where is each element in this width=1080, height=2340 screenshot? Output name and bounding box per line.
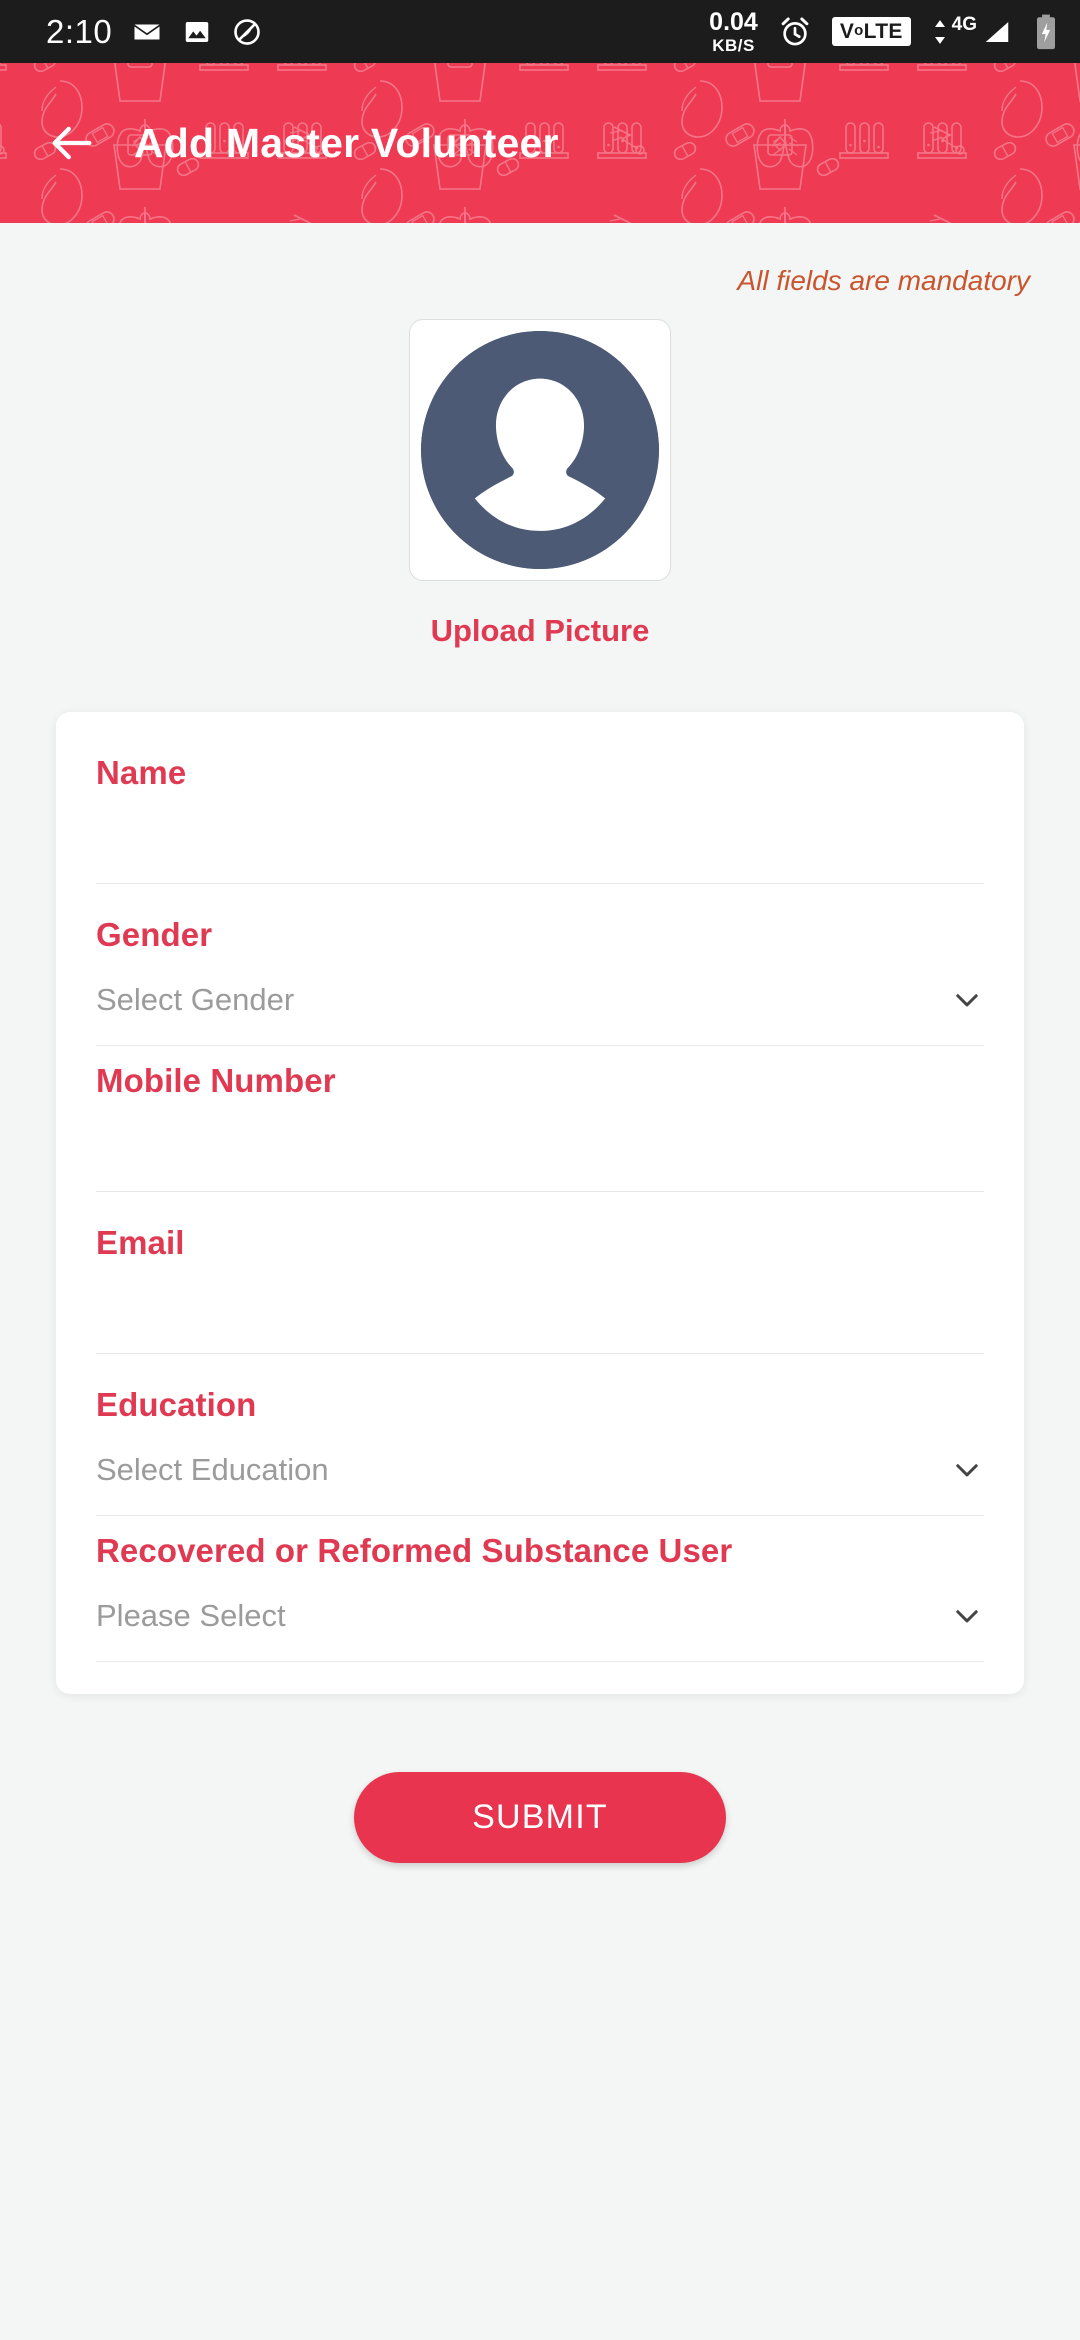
volte-icon: VoLTE bbox=[831, 16, 911, 47]
status-bar-clock: 2:10 bbox=[46, 12, 113, 50]
field-label-name: Name bbox=[96, 754, 187, 791]
default-person-avatar bbox=[421, 331, 659, 569]
input-line-email[interactable] bbox=[96, 1262, 984, 1354]
signal-bars-icon bbox=[985, 21, 1009, 42]
back-arrow-icon[interactable] bbox=[46, 117, 98, 169]
education-selected-value: Select Education bbox=[96, 1451, 329, 1487]
battery-charging-icon bbox=[1034, 14, 1058, 50]
gender-dropdown[interactable]: Select Gender bbox=[96, 954, 984, 1046]
app-header: Add Master Volunteer bbox=[0, 63, 1080, 223]
volunteer-form-card: Name Gender Select Gender Mobile Number bbox=[56, 712, 1024, 1694]
email-input[interactable] bbox=[96, 1289, 984, 1326]
field-label-gender: Gender bbox=[96, 916, 213, 953]
alarm-clock-icon bbox=[778, 15, 812, 49]
mandatory-fields-note: All fields are mandatory bbox=[737, 265, 1030, 296]
image-icon bbox=[182, 17, 212, 47]
field-label-education: Education bbox=[96, 1386, 257, 1423]
network-type-label: 4G bbox=[951, 14, 977, 35]
submit-section: SUBMIT bbox=[0, 1772, 1080, 1863]
status-bar: 2:10 0.04 KB/S VoLTE 4G bbox=[0, 0, 1080, 63]
input-line-mobile-number[interactable] bbox=[96, 1100, 984, 1192]
mobile-number-input[interactable] bbox=[96, 1127, 984, 1164]
substance-user-selected-value: Please Select bbox=[96, 1597, 286, 1633]
substance-user-dropdown[interactable]: Please Select bbox=[96, 1570, 984, 1662]
envelope-icon bbox=[132, 17, 162, 47]
field-mobile-number: Mobile Number bbox=[96, 1062, 984, 1194]
field-substance-user: Recovered or Reformed Substance User Ple… bbox=[96, 1532, 984, 1664]
page-body: All fields are mandatory Upload Picture … bbox=[0, 223, 1080, 1863]
avatar-frame[interactable] bbox=[409, 319, 671, 581]
do-not-disturb-icon bbox=[232, 17, 262, 47]
input-line-name[interactable] bbox=[96, 792, 984, 884]
field-label-email: Email bbox=[96, 1224, 185, 1261]
header-content: Add Master Volunteer bbox=[46, 117, 559, 169]
avatar-upload-section[interactable]: Upload Picture bbox=[0, 319, 1080, 649]
network-speed-indicator: 0.04 KB/S bbox=[709, 7, 758, 55]
signal-indicator: 4G bbox=[931, 15, 1014, 48]
field-education: Education Select Education bbox=[96, 1386, 984, 1518]
upload-picture-label[interactable]: Upload Picture bbox=[431, 613, 650, 649]
education-dropdown[interactable]: Select Education bbox=[96, 1424, 984, 1516]
field-label-substance-user: Recovered or Reformed Substance User bbox=[96, 1532, 733, 1569]
status-bar-right: 0.04 KB/S VoLTE 4G bbox=[709, 7, 1058, 55]
field-email: Email bbox=[96, 1224, 984, 1356]
field-name: Name bbox=[96, 754, 984, 886]
chevron-down-icon[interactable] bbox=[950, 1599, 984, 1633]
field-gender: Gender Select Gender bbox=[96, 916, 984, 1048]
person-silhouette-icon bbox=[421, 331, 659, 569]
submit-button[interactable]: SUBMIT bbox=[354, 1772, 726, 1863]
page-title: Add Master Volunteer bbox=[134, 119, 559, 166]
chevron-down-icon[interactable] bbox=[950, 1453, 984, 1487]
gender-selected-value: Select Gender bbox=[96, 981, 295, 1017]
status-bar-left: 2:10 bbox=[46, 13, 262, 51]
chevron-down-icon[interactable] bbox=[950, 983, 984, 1017]
name-input[interactable] bbox=[96, 819, 984, 856]
field-label-mobile-number: Mobile Number bbox=[96, 1062, 336, 1099]
data-transfer-arrows-icon bbox=[934, 19, 945, 44]
